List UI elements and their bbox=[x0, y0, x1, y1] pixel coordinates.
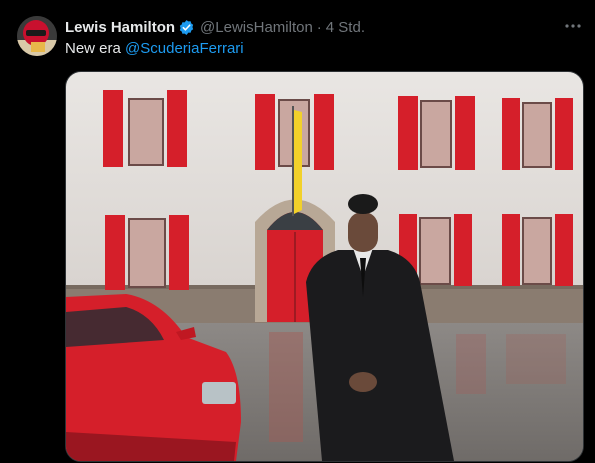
tweet-text-prefix: New era bbox=[65, 40, 126, 57]
verified-badge-icon bbox=[178, 19, 195, 36]
tweet-header: Lewis Hamilton @LewisHamilton · 4 Std. bbox=[65, 17, 365, 37]
tweet[interactable]: Lewis Hamilton @LewisHamilton · 4 Std. N… bbox=[0, 0, 595, 463]
author-handle[interactable]: @LewisHamilton bbox=[200, 19, 313, 36]
timestamp[interactable]: 4 Std. bbox=[326, 19, 365, 36]
separator-dot: · bbox=[316, 18, 322, 36]
tweet-text: New era @ScuderiaFerrari bbox=[65, 40, 244, 57]
avatar[interactable] bbox=[17, 16, 57, 56]
more-options-icon[interactable] bbox=[563, 16, 583, 36]
tweet-photo[interactable] bbox=[65, 71, 584, 462]
author-name[interactable]: Lewis Hamilton bbox=[65, 19, 175, 36]
mention-link[interactable]: @ScuderiaFerrari bbox=[125, 40, 244, 57]
